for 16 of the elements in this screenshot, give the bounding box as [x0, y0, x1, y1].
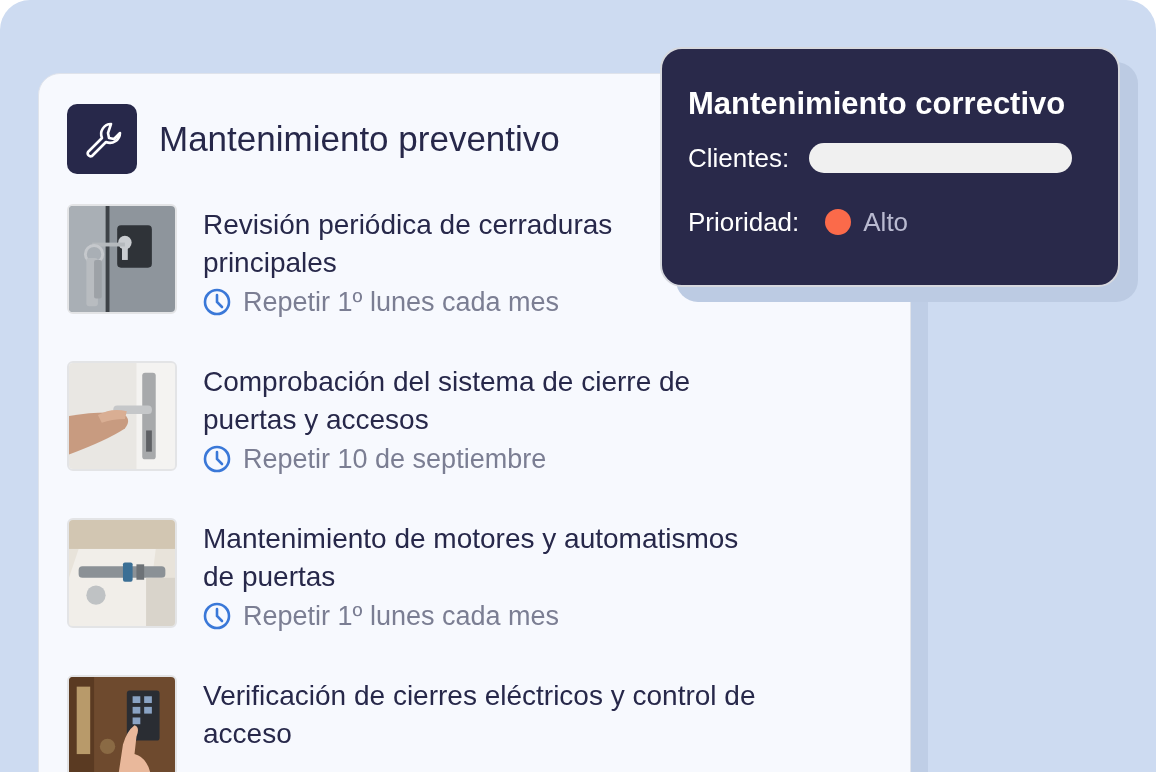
clock-icon — [203, 602, 231, 630]
task-title: Verificación de cierres eléctricos y control de acceso — [203, 679, 756, 751]
field-label: Clientes: — [688, 142, 790, 174]
repeat-text: Repetir 10 de septiembre — [243, 443, 547, 476]
clock-icon — [203, 445, 231, 473]
popup-title: Mantenimiento correctivo — [688, 85, 1067, 123]
card-title: Mantenimiento preventivo — [159, 118, 560, 160]
wrench-icon — [67, 104, 137, 174]
task-title: Mantenimiento de motores y automatismos de puertas — [203, 522, 739, 594]
priority-value: Alto — [863, 206, 909, 238]
repeat-text: Repetir 1º lunes cada mes — [243, 600, 560, 633]
task-title: Revisión periódica de cerraduras principales — [203, 208, 613, 280]
clock-icon — [203, 288, 231, 316]
repeat-text: Repetir 1º lunes cada mes — [243, 286, 560, 319]
field-label: Prioridad: — [688, 206, 800, 238]
task-title: Comprobación del sistema de cierre de puertas y accesos — [203, 365, 691, 437]
